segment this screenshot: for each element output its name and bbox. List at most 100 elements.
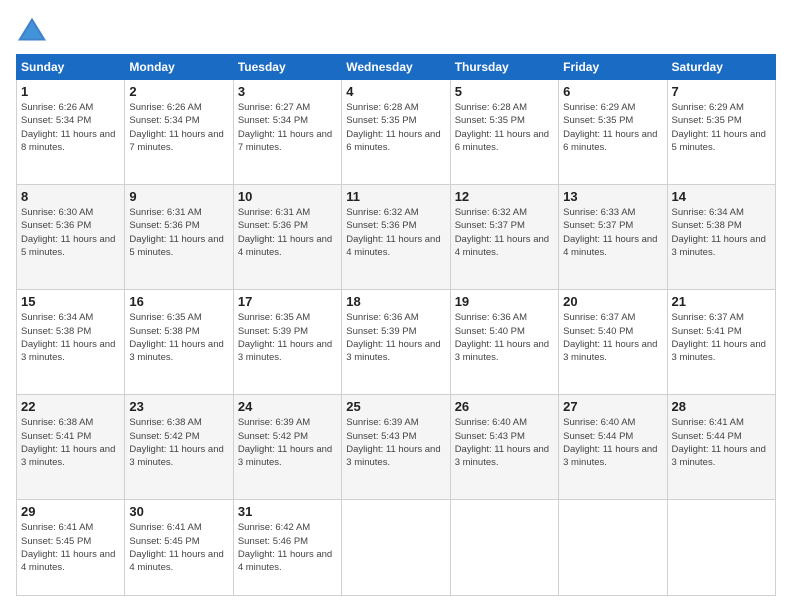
sunset-label: Sunset: 5:45 PM [21, 536, 91, 547]
day-info: Sunrise: 6:34 AM Sunset: 5:38 PM Dayligh… [21, 311, 120, 364]
sunset-label: Sunset: 5:36 PM [21, 220, 91, 231]
calendar-cell: 30 Sunrise: 6:41 AM Sunset: 5:45 PM Dayl… [125, 500, 233, 596]
calendar-cell: 18 Sunrise: 6:36 AM Sunset: 5:39 PM Dayl… [342, 290, 450, 395]
calendar-cell: 22 Sunrise: 6:38 AM Sunset: 5:41 PM Dayl… [17, 395, 125, 500]
sunset-label: Sunset: 5:41 PM [21, 431, 91, 442]
sunset-label: Sunset: 5:45 PM [129, 536, 199, 547]
sunset-label: Sunset: 5:44 PM [563, 431, 633, 442]
sunrise-label: Sunrise: 6:41 AM [21, 522, 93, 533]
sunset-label: Sunset: 5:44 PM [672, 431, 742, 442]
day-number: 15 [21, 294, 120, 309]
calendar-cell: 20 Sunrise: 6:37 AM Sunset: 5:40 PM Dayl… [559, 290, 667, 395]
day-info: Sunrise: 6:35 AM Sunset: 5:39 PM Dayligh… [238, 311, 337, 364]
day-info: Sunrise: 6:31 AM Sunset: 5:36 PM Dayligh… [238, 206, 337, 259]
day-number: 27 [563, 399, 662, 414]
daylight-label: Daylight: 11 hours and 3 minutes. [346, 444, 440, 468]
day-info: Sunrise: 6:38 AM Sunset: 5:42 PM Dayligh… [129, 416, 228, 469]
calendar-cell [667, 500, 775, 596]
sunrise-label: Sunrise: 6:31 AM [129, 207, 201, 218]
day-info: Sunrise: 6:42 AM Sunset: 5:46 PM Dayligh… [238, 521, 337, 574]
calendar-cell: 26 Sunrise: 6:40 AM Sunset: 5:43 PM Dayl… [450, 395, 558, 500]
daylight-label: Daylight: 11 hours and 3 minutes. [455, 339, 549, 363]
page: Sunday Monday Tuesday Wednesday Thursday… [0, 0, 792, 612]
calendar-cell: 15 Sunrise: 6:34 AM Sunset: 5:38 PM Dayl… [17, 290, 125, 395]
sunrise-label: Sunrise: 6:28 AM [346, 102, 418, 113]
day-info: Sunrise: 6:40 AM Sunset: 5:44 PM Dayligh… [563, 416, 662, 469]
day-info: Sunrise: 6:29 AM Sunset: 5:35 PM Dayligh… [563, 101, 662, 154]
sunset-label: Sunset: 5:35 PM [346, 115, 416, 126]
sunrise-label: Sunrise: 6:30 AM [21, 207, 93, 218]
calendar-cell: 7 Sunrise: 6:29 AM Sunset: 5:35 PM Dayli… [667, 80, 775, 185]
header-thursday: Thursday [450, 55, 558, 80]
day-number: 14 [672, 189, 771, 204]
day-number: 21 [672, 294, 771, 309]
daylight-label: Daylight: 11 hours and 4 minutes. [346, 234, 440, 258]
header-friday: Friday [559, 55, 667, 80]
day-number: 18 [346, 294, 445, 309]
sunrise-label: Sunrise: 6:27 AM [238, 102, 310, 113]
header-monday: Monday [125, 55, 233, 80]
calendar-cell: 2 Sunrise: 6:26 AM Sunset: 5:34 PM Dayli… [125, 80, 233, 185]
sunrise-label: Sunrise: 6:36 AM [346, 312, 418, 323]
daylight-label: Daylight: 11 hours and 3 minutes. [21, 444, 115, 468]
day-number: 5 [455, 84, 554, 99]
header-wednesday: Wednesday [342, 55, 450, 80]
calendar-cell: 31 Sunrise: 6:42 AM Sunset: 5:46 PM Dayl… [233, 500, 341, 596]
daylight-label: Daylight: 11 hours and 3 minutes. [238, 339, 332, 363]
sunset-label: Sunset: 5:37 PM [455, 220, 525, 231]
calendar-cell: 21 Sunrise: 6:37 AM Sunset: 5:41 PM Dayl… [667, 290, 775, 395]
daylight-label: Daylight: 11 hours and 3 minutes. [672, 339, 766, 363]
day-number: 17 [238, 294, 337, 309]
day-number: 30 [129, 504, 228, 519]
sunset-label: Sunset: 5:42 PM [238, 431, 308, 442]
daylight-label: Daylight: 11 hours and 3 minutes. [563, 444, 657, 468]
sunrise-label: Sunrise: 6:33 AM [563, 207, 635, 218]
calendar-cell: 12 Sunrise: 6:32 AM Sunset: 5:37 PM Dayl… [450, 185, 558, 290]
calendar-cell: 16 Sunrise: 6:35 AM Sunset: 5:38 PM Dayl… [125, 290, 233, 395]
daylight-label: Daylight: 11 hours and 6 minutes. [563, 129, 657, 153]
daylight-label: Daylight: 11 hours and 4 minutes. [238, 549, 332, 573]
daylight-label: Daylight: 11 hours and 3 minutes. [346, 339, 440, 363]
calendar-cell [342, 500, 450, 596]
sunset-label: Sunset: 5:40 PM [563, 326, 633, 337]
day-info: Sunrise: 6:28 AM Sunset: 5:35 PM Dayligh… [455, 101, 554, 154]
daylight-label: Daylight: 11 hours and 3 minutes. [129, 444, 223, 468]
sunrise-label: Sunrise: 6:34 AM [672, 207, 744, 218]
day-number: 16 [129, 294, 228, 309]
daylight-label: Daylight: 11 hours and 4 minutes. [238, 234, 332, 258]
header [16, 16, 776, 44]
day-number: 7 [672, 84, 771, 99]
day-info: Sunrise: 6:34 AM Sunset: 5:38 PM Dayligh… [672, 206, 771, 259]
day-info: Sunrise: 6:39 AM Sunset: 5:43 PM Dayligh… [346, 416, 445, 469]
header-tuesday: Tuesday [233, 55, 341, 80]
daylight-label: Daylight: 11 hours and 4 minutes. [563, 234, 657, 258]
sunset-label: Sunset: 5:36 PM [129, 220, 199, 231]
sunset-label: Sunset: 5:34 PM [129, 115, 199, 126]
daylight-label: Daylight: 11 hours and 5 minutes. [21, 234, 115, 258]
sunset-label: Sunset: 5:43 PM [455, 431, 525, 442]
day-info: Sunrise: 6:37 AM Sunset: 5:41 PM Dayligh… [672, 311, 771, 364]
sunset-label: Sunset: 5:34 PM [21, 115, 91, 126]
header-saturday: Saturday [667, 55, 775, 80]
sunset-label: Sunset: 5:35 PM [563, 115, 633, 126]
day-number: 26 [455, 399, 554, 414]
sunrise-label: Sunrise: 6:34 AM [21, 312, 93, 323]
sunrise-label: Sunrise: 6:35 AM [129, 312, 201, 323]
sunrise-label: Sunrise: 6:28 AM [455, 102, 527, 113]
daylight-label: Daylight: 11 hours and 7 minutes. [129, 129, 223, 153]
sunset-label: Sunset: 5:46 PM [238, 536, 308, 547]
day-info: Sunrise: 6:32 AM Sunset: 5:36 PM Dayligh… [346, 206, 445, 259]
daylight-label: Daylight: 11 hours and 4 minutes. [21, 549, 115, 573]
day-info: Sunrise: 6:39 AM Sunset: 5:42 PM Dayligh… [238, 416, 337, 469]
day-info: Sunrise: 6:28 AM Sunset: 5:35 PM Dayligh… [346, 101, 445, 154]
daylight-label: Daylight: 11 hours and 3 minutes. [238, 444, 332, 468]
day-number: 13 [563, 189, 662, 204]
sunset-label: Sunset: 5:36 PM [238, 220, 308, 231]
sunrise-label: Sunrise: 6:40 AM [563, 417, 635, 428]
sunset-label: Sunset: 5:35 PM [672, 115, 742, 126]
sunrise-label: Sunrise: 6:32 AM [346, 207, 418, 218]
sunrise-label: Sunrise: 6:42 AM [238, 522, 310, 533]
daylight-label: Daylight: 11 hours and 3 minutes. [563, 339, 657, 363]
daylight-label: Daylight: 11 hours and 3 minutes. [672, 234, 766, 258]
sunset-label: Sunset: 5:36 PM [346, 220, 416, 231]
